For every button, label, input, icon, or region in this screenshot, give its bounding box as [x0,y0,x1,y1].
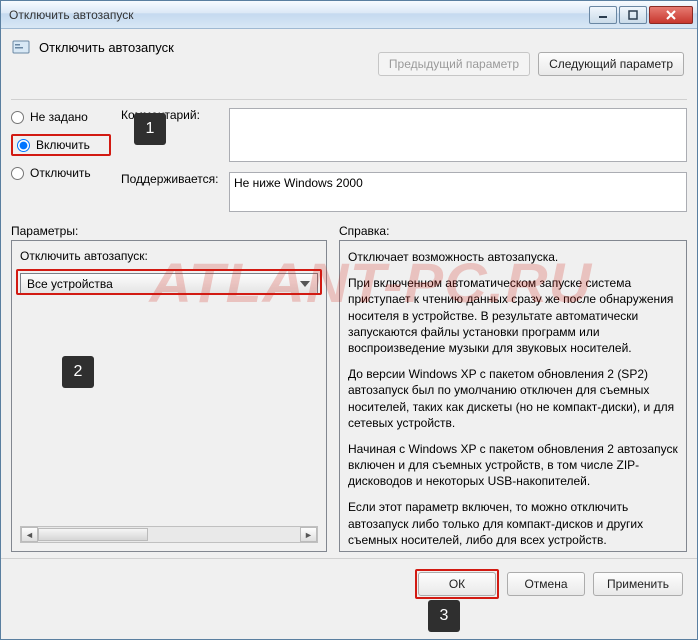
supported-text: Не ниже Windows 2000 [234,176,363,190]
gpo-editor-window: Отключить автозапуск Отключить автозапус… [0,0,698,640]
split-panels: Отключить автозапуск: Все устройства ◄ ►… [11,240,687,552]
radio-enabled-label: Включить [36,138,90,152]
apply-button[interactable]: Применить [593,572,683,596]
cancel-button[interactable]: Отмена [507,572,585,596]
param-inner-label: Отключить автозапуск: [20,249,318,263]
combo-value: Все устройства [27,277,113,291]
next-setting-button[interactable]: Следующий параметр [538,52,684,76]
minimize-button[interactable] [589,6,617,24]
page-title: Отключить автозапуск [39,40,174,55]
top-grid: Не задано Включить Отключить Комментарий… [1,100,697,216]
help-p4: Начиная с Windows XP с пакетом обновлени… [348,441,678,490]
right-column: Комментарий: Поддерживается: Не ниже Win… [121,108,687,212]
policy-icon [11,37,31,57]
help-p3: До версии Windows XP с пакетом обновлени… [348,366,678,431]
radio-enabled-highlight: Включить [11,134,111,156]
supported-row: Поддерживается: Не ниже Windows 2000 [121,172,687,212]
scroll-left-icon[interactable]: ◄ [21,527,38,542]
annotation-badge-3: 3 [428,600,460,632]
radio-not-configured[interactable] [11,111,24,124]
help-panel: Отключает возможность автозапуска. При в… [339,240,687,552]
chevron-down-icon [297,277,313,291]
prev-setting-button[interactable]: Предыдущий параметр [378,52,530,76]
scroll-right-icon[interactable]: ► [300,527,317,542]
help-p1: Отключает возможность автозапуска. [348,249,678,265]
scroll-thumb[interactable] [38,528,148,541]
help-p5: Если этот параметр включен, то можно отк… [348,499,678,548]
annotation-badge-1: 1 [134,113,166,145]
comment-field[interactable] [229,108,687,162]
help-label: Справка: [339,224,687,238]
maximize-button[interactable] [619,6,647,24]
split-labels: Параметры: Справка: [11,224,687,238]
supported-field: Не ниже Windows 2000 [229,172,687,212]
state-radio-group: Не задано Включить Отключить [11,108,111,212]
help-p2: При включенном автоматическом запуске си… [348,275,678,356]
horizontal-scrollbar[interactable]: ◄ ► [20,526,318,543]
window-controls [589,6,693,24]
radio-disabled[interactable] [11,167,24,180]
autorun-target-combo[interactable]: Все устройства [20,273,318,295]
comment-row: Комментарий: [121,108,687,162]
supported-label: Поддерживается: [121,172,221,186]
window-title: Отключить автозапуск [9,8,589,22]
ok-highlight: ОК [415,569,499,599]
parameters-label: Параметры: [11,224,327,238]
titlebar: Отключить автозапуск [1,1,697,29]
radio-not-configured-row: Не задано [11,110,111,124]
nav-buttons: Предыдущий параметр Следующий параметр [378,52,684,76]
radio-disabled-label: Отключить [30,166,91,180]
radio-enabled[interactable] [17,139,30,152]
radio-not-configured-label: Не задано [30,110,88,124]
bottom-bar: ОК Отмена Применить [1,558,697,609]
ok-button[interactable]: ОК [418,572,496,596]
radio-disabled-row: Отключить [11,166,111,180]
annotation-badge-2: 2 [62,356,94,388]
close-button[interactable] [649,6,693,24]
parameters-panel: Отключить автозапуск: Все устройства ◄ ► [11,240,327,552]
